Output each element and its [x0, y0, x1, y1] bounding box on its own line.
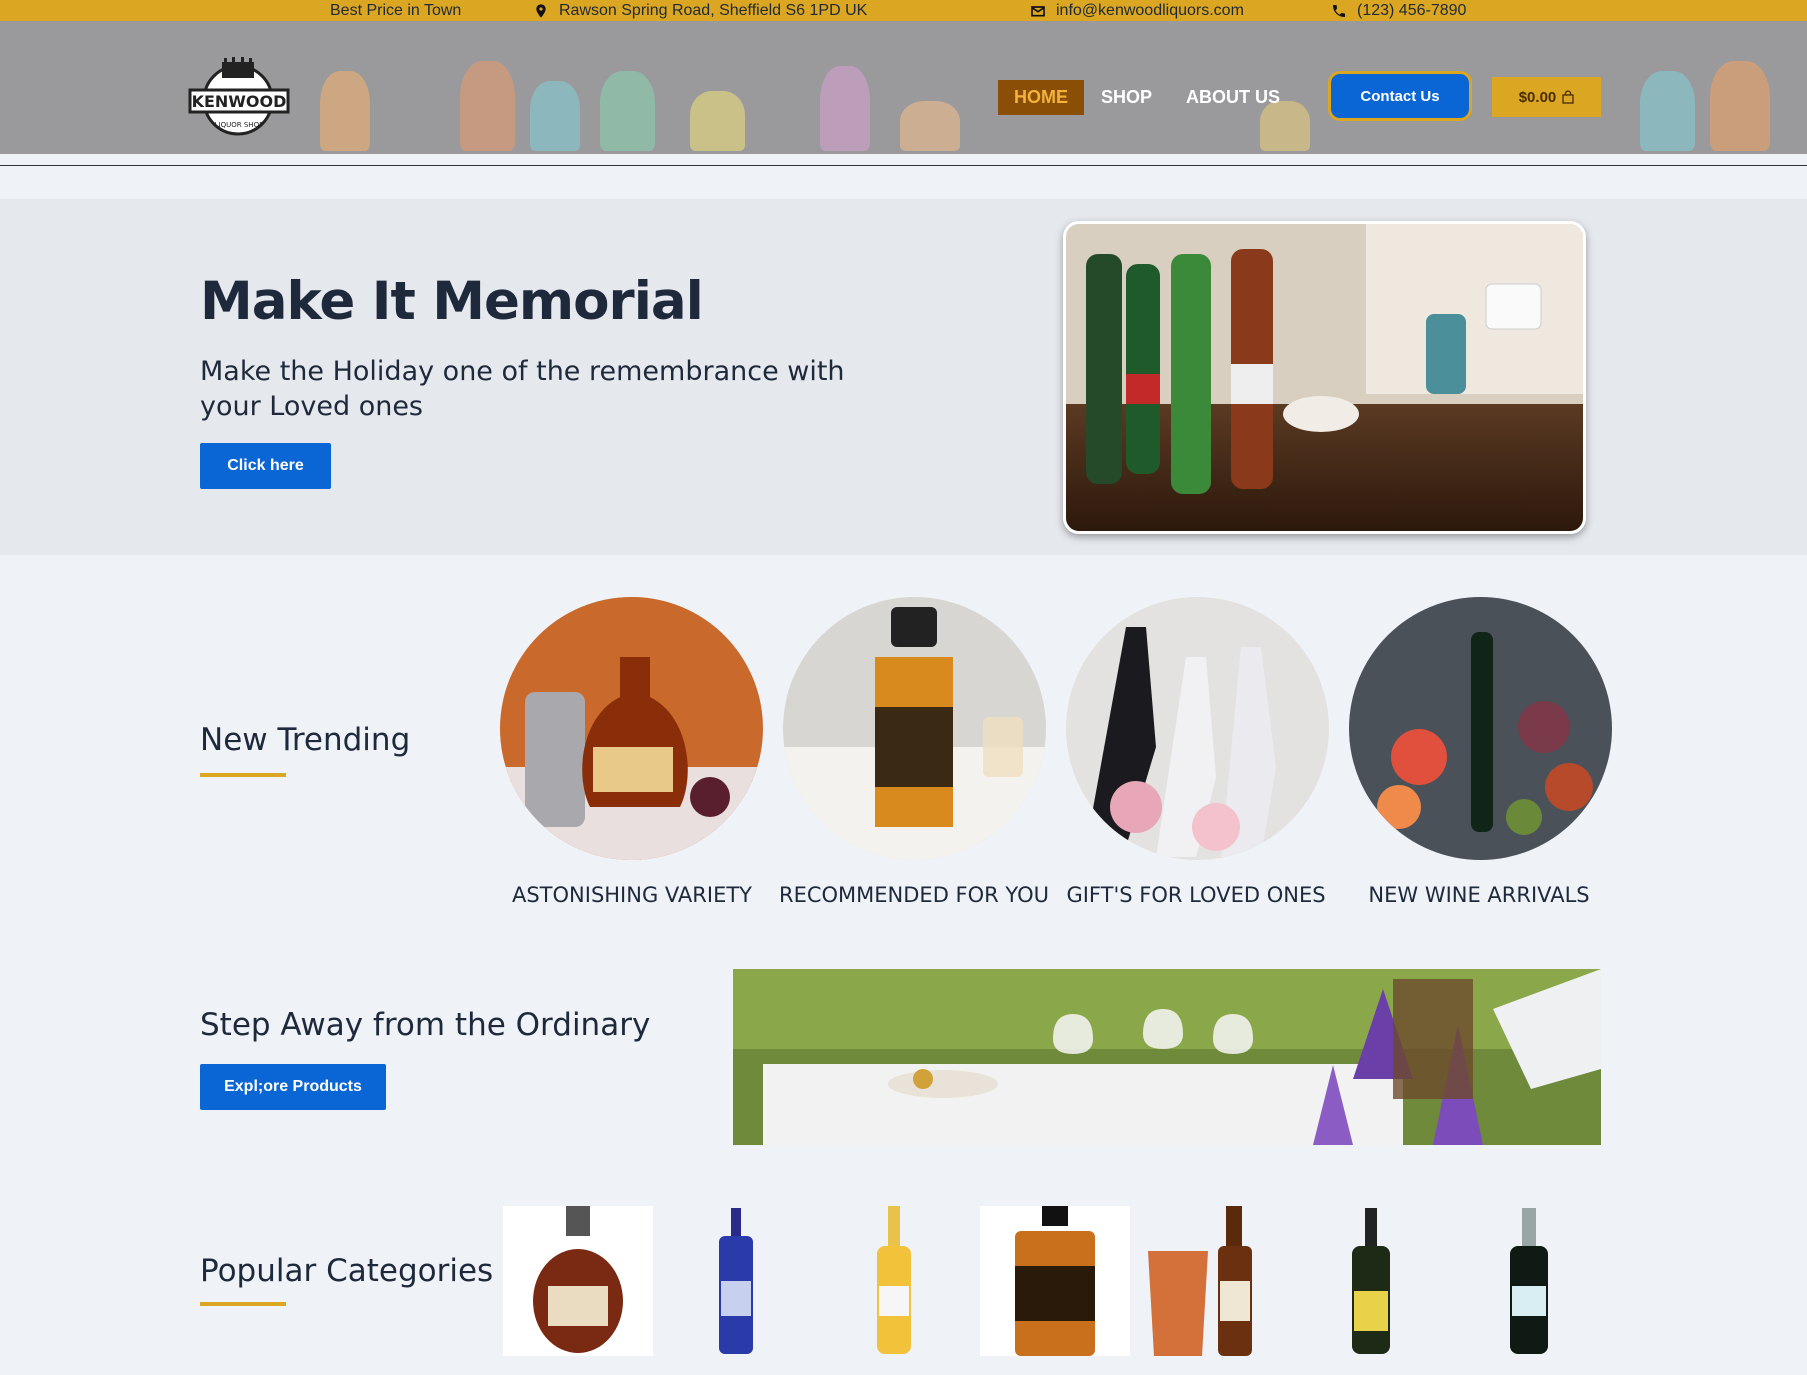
cocktail-decor	[1640, 71, 1695, 151]
trending-label-recommended[interactable]: RECOMMENDED FOR YOU	[764, 883, 1064, 907]
contact-us-button[interactable]: Contact Us	[1328, 71, 1472, 121]
category-prosecco[interactable]	[1454, 1206, 1604, 1356]
trending-label-variety[interactable]: ASTONISHING VARIETY	[482, 883, 782, 907]
shopping-bag-icon	[1562, 90, 1574, 104]
envelope-icon	[1031, 5, 1045, 16]
map-pin-icon	[536, 3, 546, 18]
svg-text:LIQUOR SHOP: LIQUOR SHOP	[215, 121, 264, 129]
trending-underline	[200, 773, 286, 777]
cocktail-decor	[820, 66, 870, 151]
garden-table-banner	[733, 969, 1601, 1145]
popular-underline	[200, 1302, 286, 1306]
cocktail-decor	[600, 71, 655, 151]
top-info-bar: Best Price in Town Rawson Spring Road, S…	[0, 0, 1807, 21]
nav-shop[interactable]: SHOP	[1084, 80, 1169, 115]
header-divider	[0, 165, 1807, 166]
address: Rawson Spring Road, Sheffield S6 1PD UK	[533, 0, 867, 21]
svg-text:KENWOOD: KENWOOD	[192, 92, 287, 111]
popular-title: Popular Categories	[200, 1253, 494, 1289]
cocktail-decor	[460, 61, 515, 151]
category-knob-creek[interactable]	[980, 1206, 1130, 1356]
trending-image-wine[interactable]	[1349, 597, 1612, 860]
explore-products-button[interactable]: Expl;ore Products	[200, 1064, 386, 1110]
phone-icon	[1333, 4, 1345, 17]
cocktail-decor	[900, 101, 960, 151]
step-away-title: Step Away from the Ordinary	[200, 1007, 651, 1043]
category-corona[interactable]	[819, 1206, 969, 1356]
hero-click-button[interactable]: Click here	[200, 443, 331, 489]
category-amber-ale[interactable]	[1138, 1206, 1288, 1356]
category-bourbon[interactable]	[503, 1206, 653, 1356]
site-logo[interactable]: KENWOOD LIQUOR SHOP	[188, 56, 290, 138]
cocktail-decor	[530, 81, 580, 151]
trending-label-gifts[interactable]: GIFT'S FOR LOVED ONES	[1046, 883, 1346, 907]
trending-label-wine-arrivals[interactable]: NEW WINE ARRIVALS	[1329, 883, 1629, 907]
hero-section: Make It Memorial Make the Holiday one of…	[0, 199, 1807, 555]
hero-beer-bottles-image	[1063, 221, 1586, 534]
main-nav: HOME SHOP ABOUT US	[998, 80, 1297, 115]
trending-image-cognac[interactable]	[500, 597, 763, 860]
cocktail-decor	[320, 71, 370, 151]
category-white-wine[interactable]	[1296, 1206, 1446, 1356]
cocktail-decor	[690, 91, 745, 151]
email[interactable]: info@kenwoodliquors.com	[1030, 0, 1244, 21]
hero-subtitle: Make the Holiday one of the remembrance …	[200, 356, 845, 422]
trending-image-whisky[interactable]	[783, 597, 1046, 860]
category-blue-wine[interactable]	[661, 1206, 811, 1356]
hero-title: Make It Memorial	[200, 271, 704, 332]
site-header: KENWOOD LIQUOR SHOP HOME SHOP ABOUT US C…	[0, 21, 1807, 154]
nav-about[interactable]: ABOUT US	[1169, 80, 1297, 115]
tagline: Best Price in Town	[330, 2, 462, 19]
cocktail-decor	[1710, 61, 1770, 151]
phone[interactable]: (123) 456-7890	[1331, 0, 1466, 21]
nav-home[interactable]: HOME	[998, 80, 1084, 115]
trending-title: New Trending	[200, 722, 411, 758]
trending-image-champagne[interactable]	[1066, 597, 1329, 860]
cart-button[interactable]: $0.00	[1492, 77, 1601, 117]
